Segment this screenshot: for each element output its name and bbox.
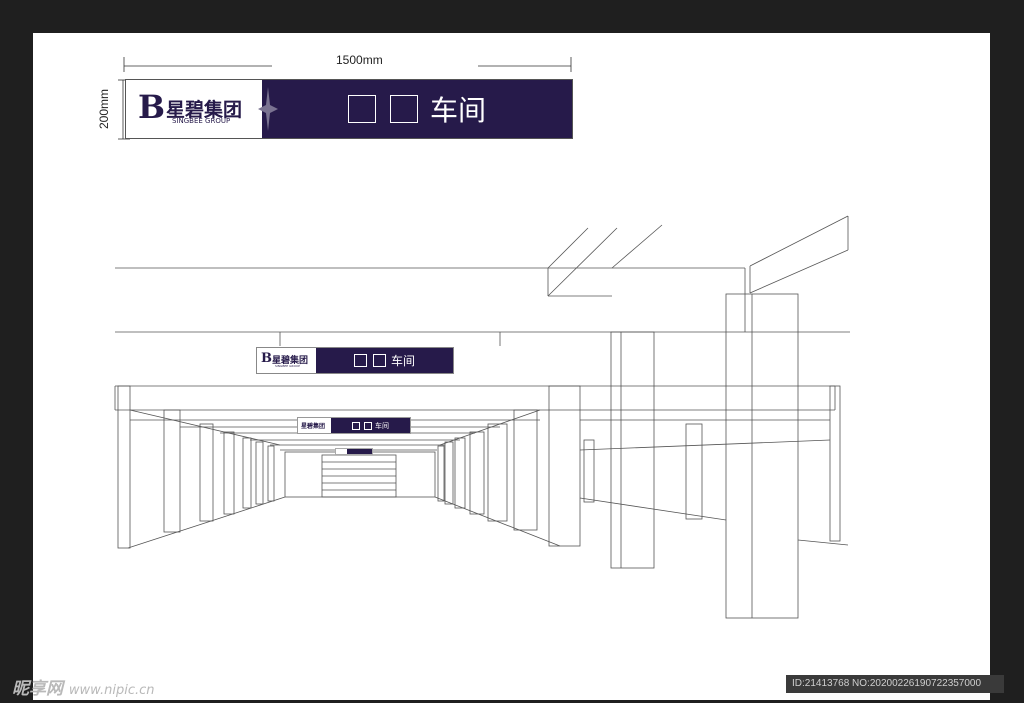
site-watermark: 昵享网 www.nipic.cn <box>12 674 155 699</box>
sign-dark-panel: 车间 <box>316 348 453 373</box>
placeholder-box <box>353 354 367 367</box>
site-watermark-url: www.nipic.cn <box>68 683 155 698</box>
perspective-sign-mid: 星碧集团 车间 <box>297 417 411 434</box>
perspective-sign-far <box>335 448 373 455</box>
sign-logo-panel <box>336 449 347 454</box>
sign-logo-panel: B 星碧集团 SINGBEE GROUP <box>257 348 316 373</box>
site-watermark-name: 昵享网 <box>12 679 63 699</box>
placeholder-box <box>352 421 360 430</box>
image-id-bar: ID:21413768 NO:20200226190722357000 <box>786 675 1004 693</box>
sign-text: 车间 <box>390 354 415 368</box>
sign-text: 车间 <box>375 421 389 430</box>
sign-logo-panel: 星碧集团 <box>298 418 331 433</box>
sign-dark-panel: 车间 <box>331 418 410 433</box>
brand-en-name: SINGBEE GROUP <box>275 364 300 368</box>
corridor-perspective-drawing <box>114 215 850 619</box>
sign-dark-panel <box>347 449 372 454</box>
brand-logo-icon: B <box>261 351 272 366</box>
placeholder-box <box>364 421 372 430</box>
brand-cn-name: 星碧集团 <box>301 423 326 430</box>
placeholder-box <box>372 354 386 367</box>
perspective-sign-near: B 星碧集团 SINGBEE GROUP 车间 <box>256 347 454 374</box>
